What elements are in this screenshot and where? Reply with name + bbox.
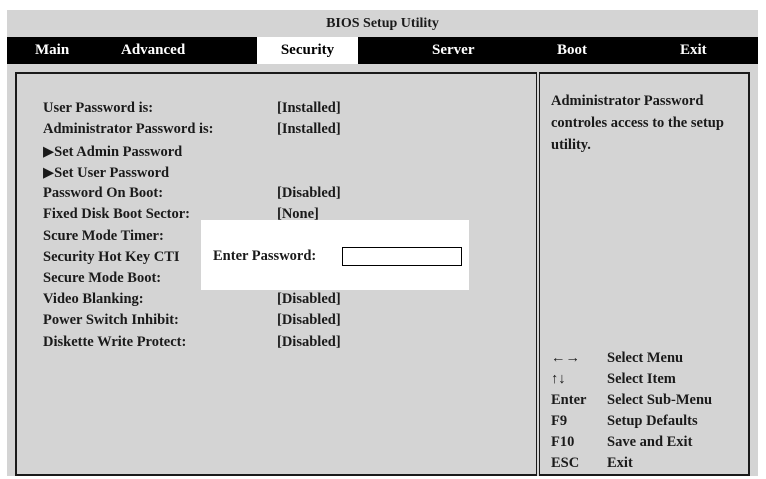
password-dialog: Enter Password:	[201, 220, 469, 290]
title-bar: BIOS Setup Utility	[7, 10, 758, 37]
menu-bar: Main Advanced Security Server Boot Exit	[7, 37, 758, 64]
menu-exit[interactable]: Exit	[680, 37, 707, 64]
menu-advanced[interactable]: Advanced	[121, 37, 185, 64]
setting-power-switch-inhibit-value[interactable]: [Disabled]	[277, 312, 341, 329]
set-admin-password-item[interactable]: ▶Set Admin Password	[43, 143, 182, 161]
password-prompt-label: Enter Password:	[213, 248, 317, 264]
menu-security[interactable]: Security	[257, 37, 358, 64]
setting-secure-mode-boot-label[interactable]: Secure Mode Boot:	[43, 270, 161, 287]
setting-diskette-write-protect-value[interactable]: [Disabled]	[277, 334, 341, 351]
help-panel: Administrator Password controles access …	[539, 64, 758, 476]
help-text: Administrator Password controles access …	[551, 93, 724, 153]
setting-fixed-disk-boot-sector-label[interactable]: Fixed Disk Boot Sector:	[43, 206, 190, 223]
key-f9: F9	[551, 413, 568, 429]
key-desc: Setup Defaults	[607, 413, 698, 429]
setting-video-blanking-label[interactable]: Video Blanking:	[43, 291, 144, 308]
key-arrows-vertical: ↑↓	[551, 371, 566, 387]
password-input[interactable]	[342, 247, 462, 266]
setting-admin-password-label: Administrator Password is:	[43, 121, 214, 137]
app-title: BIOS Setup Utility	[326, 16, 439, 31]
key-enter: Enter	[551, 392, 587, 408]
setting-user-password-value: [Installed]	[277, 100, 341, 116]
key-arrows-horizontal: ←→	[551, 350, 580, 366]
setting-diskette-write-protect-label[interactable]: Diskette Write Protect:	[43, 334, 186, 351]
setting-secure-mode-timer-label[interactable]: Scure Mode Timer:	[43, 228, 164, 245]
setting-video-blanking-value[interactable]: [Disabled]	[277, 291, 341, 308]
set-user-password-item[interactable]: ▶Set User Password	[43, 164, 169, 182]
setting-password-on-boot-value[interactable]: [Disabled]	[277, 185, 341, 202]
setting-security-hot-key-label[interactable]: Security Hot Key CTI	[43, 249, 180, 266]
key-desc: Save and Exit	[607, 434, 693, 450]
key-desc: Exit	[607, 455, 633, 471]
menu-server[interactable]: Server	[432, 37, 474, 64]
setting-power-switch-inhibit-label[interactable]: Power Switch Inhibit:	[43, 312, 179, 329]
setting-password-on-boot-label[interactable]: Password On Boot:	[43, 185, 163, 202]
key-desc: Select Sub-Menu	[607, 392, 713, 408]
setting-admin-password-value: [Installed]	[277, 121, 341, 137]
key-f10: F10	[551, 434, 575, 450]
key-esc: ESC	[551, 455, 580, 471]
key-desc: Select Menu	[607, 350, 684, 366]
menu-boot[interactable]: Boot	[557, 37, 587, 64]
key-desc: Select Item	[607, 371, 676, 387]
menu-main[interactable]: Main	[35, 37, 69, 64]
setting-user-password-label: User Password is:	[43, 100, 154, 116]
